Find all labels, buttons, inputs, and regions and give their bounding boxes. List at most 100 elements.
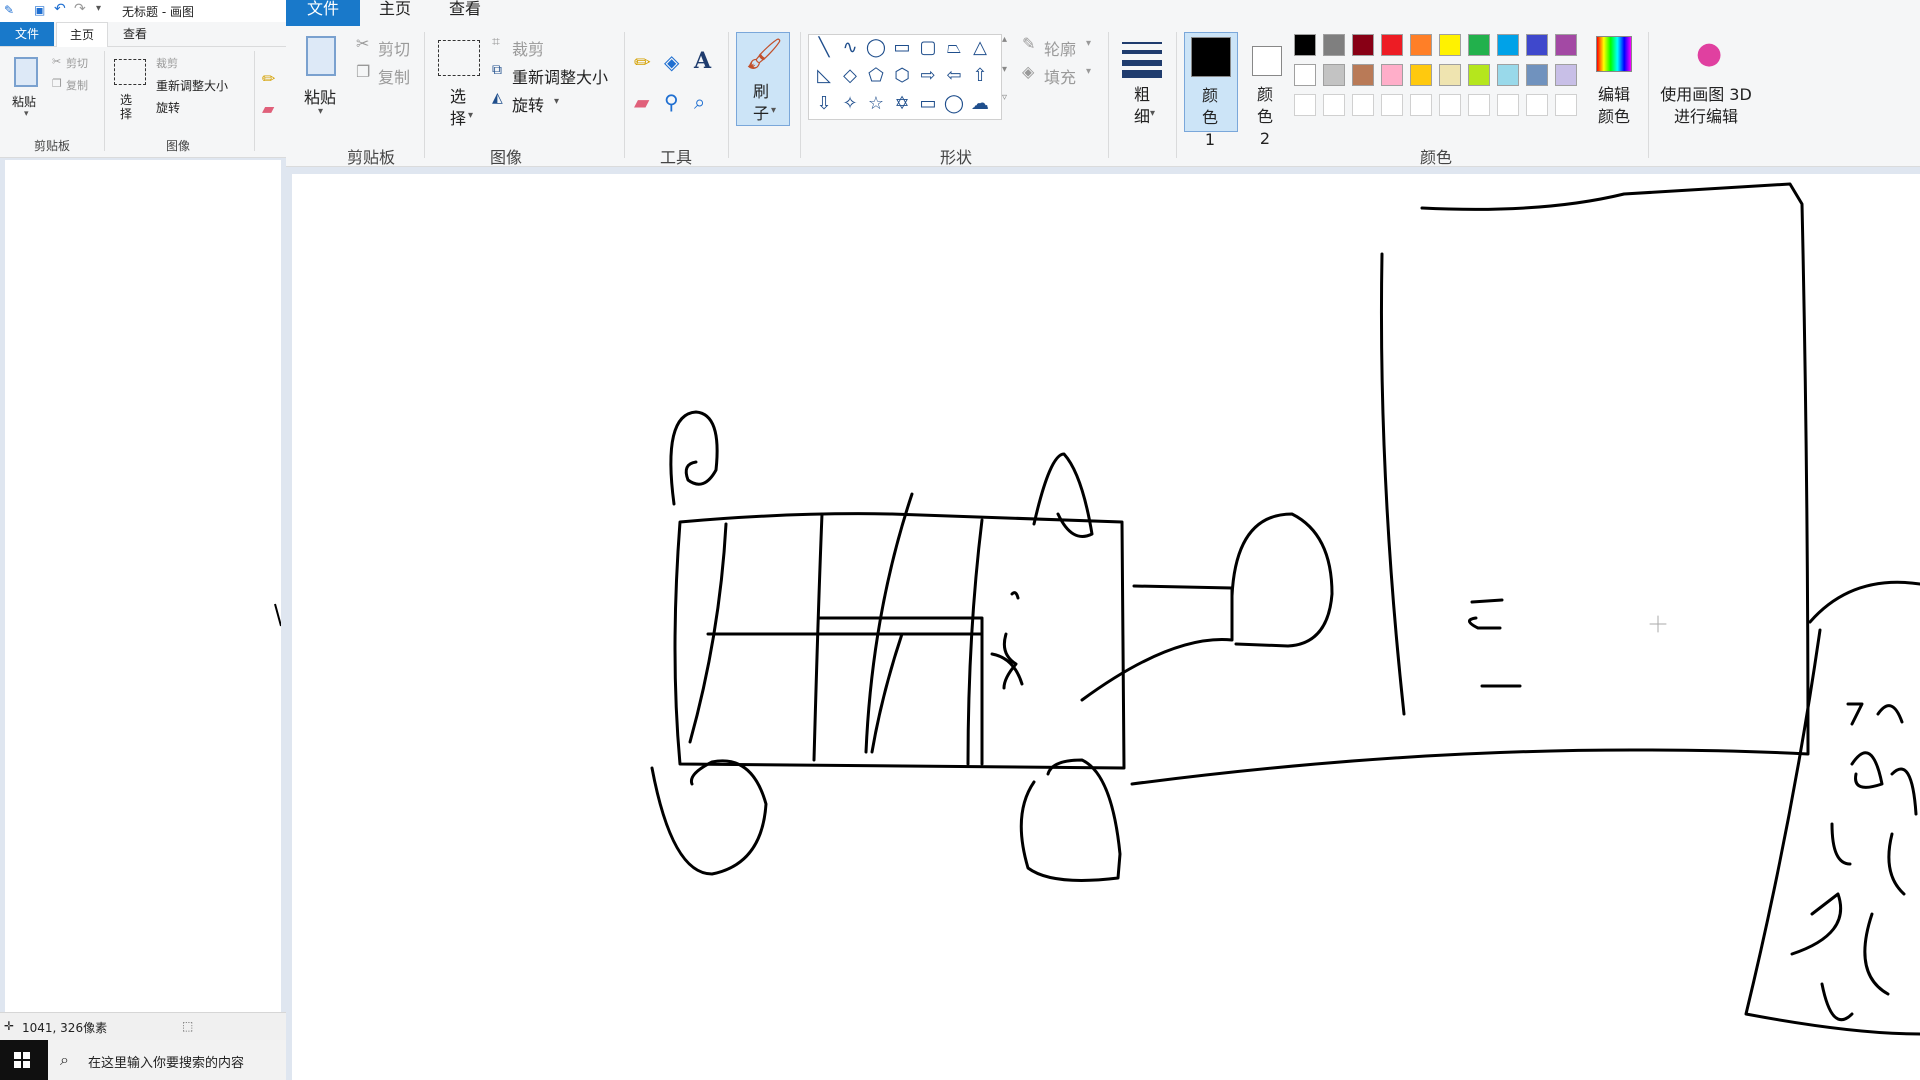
palette-color-swatch[interactable] xyxy=(1497,34,1519,56)
brush-button[interactable]: 🖌 刷子 ▾ xyxy=(736,32,790,126)
custom-color-slot[interactable] xyxy=(1410,94,1432,116)
custom-color-slot[interactable] xyxy=(1526,94,1548,116)
pencil-icon[interactable]: ✏ xyxy=(634,50,651,74)
rotate-dropdown-icon[interactable]: ▾ xyxy=(554,96,559,107)
paint3d-icon[interactable]: ● xyxy=(1696,36,1722,71)
palette-color-swatch[interactable] xyxy=(1468,34,1490,56)
down-arrow-shape-icon[interactable]: ⇩ xyxy=(813,93,835,115)
thickness-label[interactable]: 粗细 xyxy=(1134,84,1152,128)
redo-icon[interactable]: ↷ xyxy=(74,1,86,17)
small-copy-label[interactable]: 复制 xyxy=(66,77,88,93)
small-rotate-label[interactable]: 旋转 xyxy=(156,99,180,116)
six-point-star-shape-icon[interactable]: ✡ xyxy=(891,93,913,115)
up-arrow-shape-icon[interactable]: ⇧ xyxy=(969,65,991,87)
color2-button[interactable]: 颜色 2 xyxy=(1242,32,1292,148)
palette-color-swatch[interactable] xyxy=(1439,64,1461,86)
tab-home[interactable]: 主页 xyxy=(362,0,428,26)
palette-color-swatch[interactable] xyxy=(1323,34,1345,56)
custom-color-slot[interactable] xyxy=(1497,94,1519,116)
oval-callout-shape-icon[interactable]: ◯ xyxy=(943,93,965,115)
fill-label[interactable]: 填充 xyxy=(1044,64,1076,88)
curve-shape-icon[interactable]: ∿ xyxy=(839,37,861,59)
fill-dropdown-icon[interactable]: ▾ xyxy=(1086,66,1091,77)
right-arrow-shape-icon[interactable]: ⇨ xyxy=(917,65,939,87)
paste-label[interactable]: 粘贴 xyxy=(304,84,336,108)
select-label[interactable]: 选择 xyxy=(450,86,468,130)
small-paste-dropdown-icon[interactable]: ▾ xyxy=(24,109,29,119)
palette-color-swatch[interactable] xyxy=(1526,34,1548,56)
paint3d-label[interactable]: 使用画图 3D 进行编辑 xyxy=(1658,84,1754,128)
palette-color-swatch[interactable] xyxy=(1410,64,1432,86)
tab-file[interactable]: 文件 xyxy=(286,0,360,26)
palette-color-swatch[interactable] xyxy=(1410,34,1432,56)
small-copy-icon[interactable]: ❐ xyxy=(52,77,62,90)
paste-dropdown-icon[interactable]: ▾ xyxy=(318,106,323,117)
taskbar-search-box[interactable]: ⌕ 在这里输入你要搜索的内容 xyxy=(48,1040,286,1080)
windows-logo-icon[interactable] xyxy=(14,1052,30,1068)
magnifier-icon[interactable]: ⌕ xyxy=(694,90,705,114)
thickness-icon[interactable] xyxy=(1122,38,1162,78)
palette-color-swatch[interactable] xyxy=(1468,64,1490,86)
rectangle-shape-icon[interactable]: ▭ xyxy=(891,37,913,59)
rotate-label[interactable]: 旋转 xyxy=(512,92,544,116)
resize-label[interactable]: 重新调整大小 xyxy=(512,64,608,88)
palette-color-swatch[interactable] xyxy=(1555,34,1577,56)
diamond-shape-icon[interactable]: ◇ xyxy=(839,65,861,87)
custom-color-slot[interactable] xyxy=(1439,94,1461,116)
shapes-scroll-down-icon[interactable]: ▾ xyxy=(1002,64,1007,75)
small-paste-label[interactable]: 粘贴 xyxy=(12,93,36,110)
palette-color-swatch[interactable] xyxy=(1381,34,1403,56)
rounded-rectangle-shape-icon[interactable]: ▢ xyxy=(917,37,939,59)
rounded-callout-shape-icon[interactable]: ▭ xyxy=(917,93,939,115)
custom-color-slot[interactable] xyxy=(1381,94,1403,116)
palette-color-swatch[interactable] xyxy=(1555,64,1577,86)
select-icon[interactable] xyxy=(438,40,480,76)
small-tab-file[interactable]: 文件 xyxy=(0,22,54,46)
small-cut-label[interactable]: 剪切 xyxy=(66,55,88,71)
outline-icon[interactable]: ✎ xyxy=(1022,34,1035,53)
line-shape-icon[interactable]: ╲ xyxy=(813,37,835,59)
custom-color-slot[interactable] xyxy=(1468,94,1490,116)
outline-dropdown-icon[interactable]: ▾ xyxy=(1086,38,1091,49)
shapes-expand-icon[interactable]: ▿ xyxy=(1002,92,1007,103)
small-select-label[interactable]: 选择 xyxy=(120,93,136,121)
palette-color-swatch[interactable] xyxy=(1352,64,1374,86)
cloud-callout-shape-icon[interactable]: ☁ xyxy=(969,93,991,115)
pentagon-shape-icon[interactable]: ⬠ xyxy=(865,65,887,87)
right-triangle-shape-icon[interactable]: ◺ xyxy=(813,65,835,87)
quick-access-dropdown-icon[interactable]: ▾ xyxy=(96,3,101,14)
small-paste-icon[interactable] xyxy=(14,57,38,87)
custom-color-slot[interactable] xyxy=(1555,94,1577,116)
left-arrow-shape-icon[interactable]: ⇦ xyxy=(943,65,965,87)
crop-label[interactable]: 裁剪 xyxy=(512,36,544,60)
shapes-scroll-up-icon[interactable]: ▴ xyxy=(1002,34,1007,45)
tab-view[interactable]: 查看 xyxy=(432,0,498,26)
four-point-star-shape-icon[interactable]: ✧ xyxy=(839,93,861,115)
fill-bucket-icon[interactable]: ◈ xyxy=(664,50,679,74)
palette-color-swatch[interactable] xyxy=(1381,64,1403,86)
small-canvas[interactable] xyxy=(5,160,281,1012)
palette-color-swatch[interactable] xyxy=(1352,34,1374,56)
copy-icon[interactable]: ❐ xyxy=(356,62,370,81)
custom-color-slot[interactable] xyxy=(1294,94,1316,116)
small-pencil-icon[interactable]: ✏ xyxy=(262,69,275,88)
five-point-star-shape-icon[interactable]: ☆ xyxy=(865,93,887,115)
cut-icon[interactable]: ✂ xyxy=(356,34,369,53)
custom-color-slot[interactable] xyxy=(1323,94,1345,116)
eraser-icon[interactable]: ▰ xyxy=(634,90,649,114)
palette-color-swatch[interactable] xyxy=(1497,64,1519,86)
custom-color-slot[interactable] xyxy=(1352,94,1374,116)
text-icon[interactable]: A xyxy=(694,48,711,74)
fill-icon[interactable]: ◈ xyxy=(1022,62,1034,81)
color-picker-icon[interactable]: ⚲ xyxy=(664,90,679,114)
select-dropdown-icon[interactable]: ▾ xyxy=(468,110,473,121)
hexagon-shape-icon[interactable]: ⬡ xyxy=(891,65,913,87)
thickness-dropdown-icon[interactable]: ▾ xyxy=(1150,108,1155,119)
palette-color-swatch[interactable] xyxy=(1526,64,1548,86)
triangle-shape-icon[interactable]: △ xyxy=(969,37,991,59)
small-tab-view[interactable]: 查看 xyxy=(110,22,160,46)
small-select-icon[interactable] xyxy=(114,59,146,85)
cut-label[interactable]: 剪切 xyxy=(378,36,410,60)
color1-button[interactable]: 颜色 1 xyxy=(1184,32,1238,149)
small-eraser-icon[interactable]: ▰ xyxy=(262,99,274,118)
